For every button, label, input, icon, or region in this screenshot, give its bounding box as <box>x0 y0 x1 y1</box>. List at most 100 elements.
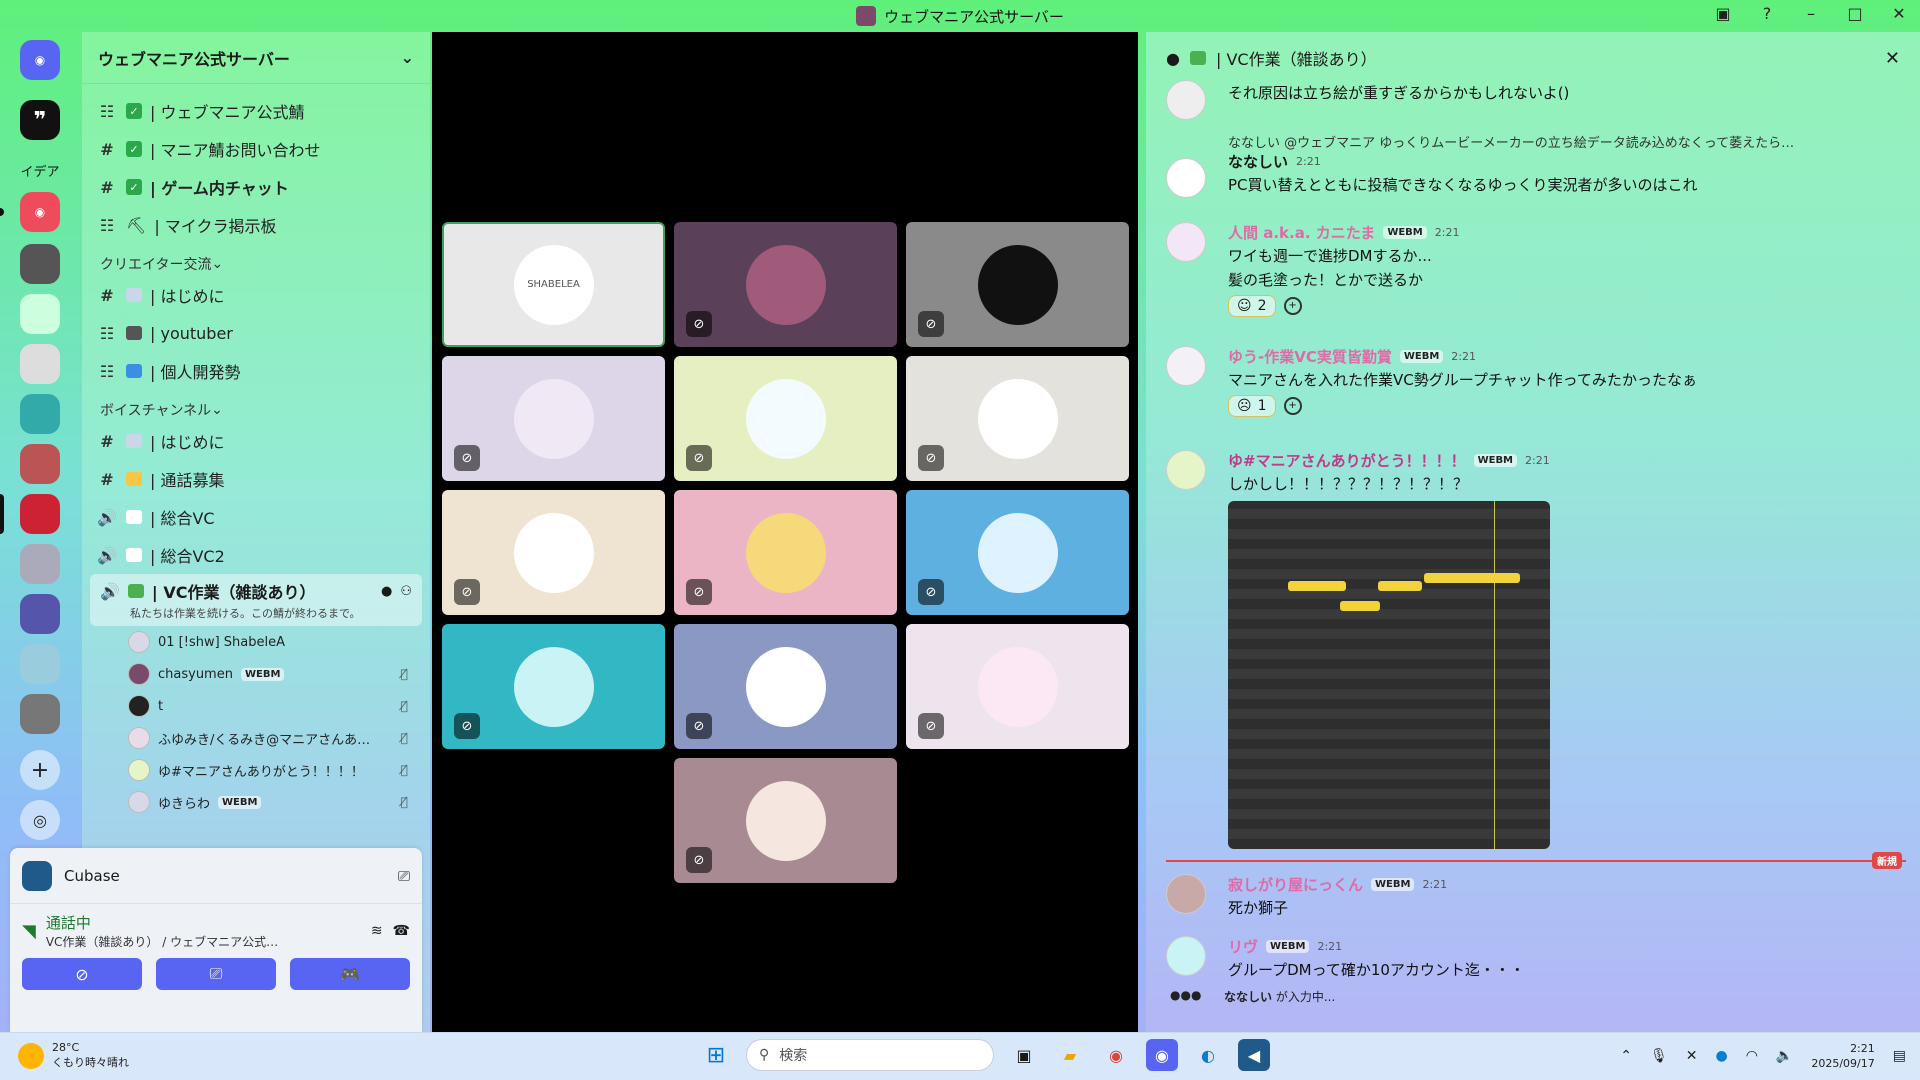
voice-user[interactable]: chasyumen WEBM 🎙̸ <box>82 658 430 690</box>
participant-tile[interactable]: SHABELEA <box>442 222 665 347</box>
participant-tile[interactable]: ⊘ <box>674 758 897 883</box>
chrome-icon[interactable]: ◉ <box>1100 1039 1132 1071</box>
channel-item[interactable]: # | 通話募集 <box>82 460 430 498</box>
minimize-button[interactable]: – <box>1800 4 1822 23</box>
channel-item[interactable]: 🔊 | 総合VC2 <box>82 536 430 574</box>
participant-tile[interactable]: ⊘ <box>906 624 1129 749</box>
reaction[interactable]: ☹ 1 <box>1228 395 1276 417</box>
participant-tile[interactable]: ⊘ <box>906 222 1129 347</box>
notification-icon[interactable]: ▤ <box>1893 1048 1906 1064</box>
server-girl-icon[interactable] <box>20 544 60 584</box>
voice-user[interactable]: 01 [!shw] ShabeleA <box>82 626 430 658</box>
server-quote-icon[interactable]: ❞ <box>20 100 60 140</box>
participant-tile[interactable]: ⊘ <box>674 356 897 481</box>
channel-item[interactable]: # | はじめに <box>82 422 430 460</box>
avatar[interactable] <box>1166 222 1206 262</box>
onedrive-icon[interactable]: ● <box>1715 1048 1727 1064</box>
active-voice-channel[interactable]: 🔊 | VC作業（雑談あり） ● ⚇ 私たちは作業を続ける。この鯖が終わるまで。 <box>90 574 422 626</box>
server-building-icon[interactable] <box>20 644 60 684</box>
chevron-up-icon[interactable]: ⌃ <box>1620 1048 1632 1064</box>
author-name[interactable]: 人間 a.k.a. カニたま <box>1228 222 1375 243</box>
participant-tile[interactable]: ⊘ <box>442 490 665 615</box>
weather-widget[interactable]: 28°C くもり時々晴れ <box>18 1041 129 1070</box>
voice-user[interactable]: ゆきらわ WEBM 🎙̸ <box>82 786 430 818</box>
activity-button[interactable]: 🎮 <box>290 958 410 990</box>
channel-item[interactable]: # | はじめに <box>82 276 430 314</box>
avatar[interactable] <box>1166 450 1206 490</box>
avatar[interactable] <box>1166 80 1206 120</box>
voice-user[interactable]: t 🎙̸ <box>82 690 430 722</box>
discover-icon[interactable]: ◎ <box>20 800 60 840</box>
voice-user[interactable]: ふゆみき/くるみき@マニアさんあ… 🎙̸ <box>82 722 430 754</box>
channel-item[interactable]: ☷ | 個人開発勢 <box>82 352 430 390</box>
participant-tile[interactable]: ⊘ <box>906 490 1129 615</box>
participant-tile[interactable]: ⊘ <box>906 356 1129 481</box>
close-icon[interactable]: ✕ <box>1885 48 1900 69</box>
edge-icon[interactable]: ◐ <box>1192 1039 1224 1071</box>
channel-item[interactable]: 🔊 | 総合VC <box>82 498 430 536</box>
screen-share-icon[interactable]: ⎚ <box>398 867 410 885</box>
channel-item[interactable]: # ✓ | マニア鯖お問い合わせ <box>82 130 430 168</box>
camera-off-button[interactable]: ⊘ <box>22 958 142 990</box>
add-reaction-icon[interactable]: + <box>1283 297 1302 315</box>
voice-channel-path[interactable]: VC作業（雑談あり） / ウェブマニア公式… <box>46 933 278 950</box>
participant-tile[interactable]: ⊘ <box>442 356 665 481</box>
channel-item[interactable]: ☷ ⛏ | マイクラ掲示板 <box>82 206 430 244</box>
file-explorer-icon[interactable]: ▰ <box>1054 1039 1086 1071</box>
author-name[interactable]: ゆ#マニアさんありがとう！！！！ <box>1228 450 1466 471</box>
channel-item[interactable]: ☷ ✓ | ウェブマニア公式鯖 <box>82 92 430 130</box>
search-box[interactable]: ⚲ 検索 <box>746 1039 994 1071</box>
clock[interactable]: 2:21 2025/09/17 <box>1811 1041 1874 1071</box>
attached-image[interactable] <box>1228 501 1550 849</box>
author-name[interactable]: 寂しがり屋にっくん <box>1228 874 1363 895</box>
server-manga-icon[interactable] <box>20 444 60 484</box>
server-discord-red-icon[interactable]: ◉ <box>20 192 60 232</box>
add-member-icon[interactable]: ⚇ <box>400 584 412 599</box>
channel-item[interactable]: # ✓ | ゲーム内チャット <box>82 168 430 206</box>
disconnect-icon[interactable]: ☎ <box>393 923 410 939</box>
chat-icon[interactable]: ● <box>381 584 392 599</box>
wifi-icon[interactable]: ◠ <box>1746 1048 1758 1064</box>
bluetooth-icon[interactable]: ✕ <box>1686 1048 1698 1064</box>
avatar[interactable] <box>1166 936 1206 976</box>
share-screen-button[interactable]: ⎚ <box>156 958 276 990</box>
author-name[interactable]: ゆう-作業VC実質皆勤賞 <box>1228 346 1392 367</box>
maximize-button[interactable]: □ <box>1844 4 1866 23</box>
discord-home-icon[interactable]: ◉ <box>20 40 60 80</box>
reply-preview[interactable]: ななしい @ウェブマニア ゆっくりムービーメーカーの立ち絵データ読み込めなくって… <box>1228 132 1896 151</box>
help-icon[interactable]: ? <box>1756 4 1778 23</box>
participant-tile[interactable]: ⊘ <box>674 490 897 615</box>
voice-user[interactable]: ゆ#マニアさんありがとう！！！！ 🎙̸ <box>82 754 430 786</box>
inbox-icon[interactable]: ▣ <box>1712 4 1734 23</box>
author-name[interactable]: ななしい <box>1228 151 1288 172</box>
server-sunglasses-icon[interactable] <box>20 694 60 734</box>
server-text2-icon[interactable] <box>20 344 60 384</box>
participant-tile[interactable]: ⊘ <box>674 624 897 749</box>
category-creator[interactable]: クリエイター交流 ⌄ <box>82 244 430 276</box>
server-idea-icon[interactable]: イデア <box>20 150 60 190</box>
discord-icon[interactable]: ◉ <box>1146 1039 1178 1071</box>
author-name[interactable]: リヴ <box>1228 936 1258 957</box>
cubase-taskbar-icon[interactable]: ◀ <box>1238 1039 1270 1071</box>
server-robot-icon[interactable] <box>20 394 60 434</box>
avatar[interactable] <box>1166 874 1206 914</box>
server-webmania-icon[interactable] <box>20 494 60 534</box>
server-anime-icon[interactable] <box>20 594 60 634</box>
participant-tile[interactable]: ⊘ <box>674 222 897 347</box>
reaction[interactable]: ☺ 2 <box>1228 295 1276 317</box>
add-server-icon[interactable]: + <box>20 750 60 790</box>
server-header[interactable]: ウェブマニア公式サーバー ⌄ <box>82 32 430 84</box>
close-button[interactable]: ✕ <box>1888 4 1910 23</box>
participant-tile[interactable]: ⊘ <box>442 624 665 749</box>
signal-icon[interactable]: ◥ <box>22 921 36 942</box>
volume-icon[interactable]: 🔈 <box>1776 1048 1793 1064</box>
server-avatar-icon[interactable] <box>20 244 60 284</box>
noise-suppression-icon[interactable]: ≋ <box>371 923 383 939</box>
add-reaction-icon[interactable]: + <box>1283 397 1302 415</box>
start-icon[interactable]: ⊞ <box>700 1039 732 1071</box>
avatar[interactable] <box>1166 158 1206 198</box>
avatar[interactable] <box>1166 346 1206 386</box>
server-text-icon[interactable] <box>20 294 60 334</box>
category-voice[interactable]: ボイスチャンネル ⌄ <box>82 390 430 422</box>
mic-icon[interactable]: 🎙 <box>1650 1048 1668 1064</box>
